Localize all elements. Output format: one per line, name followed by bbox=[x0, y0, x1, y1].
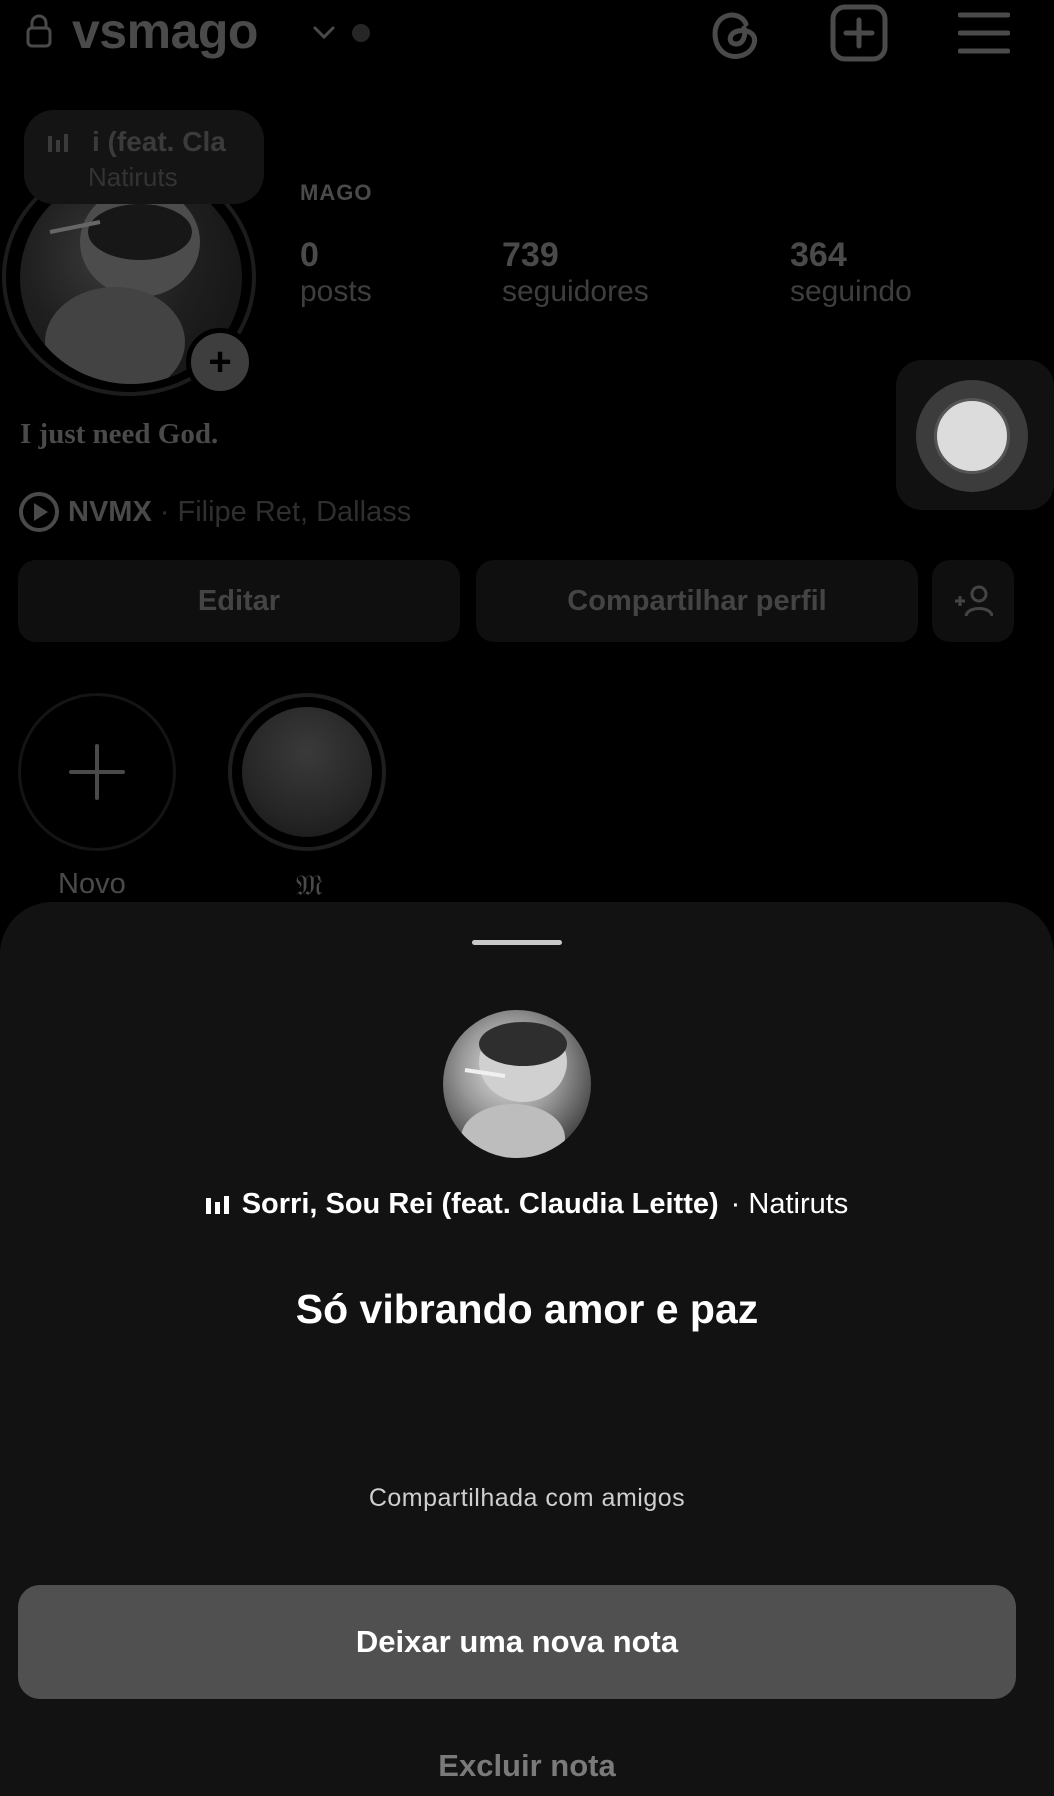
edit-profile-button[interactable]: Editar bbox=[18, 560, 460, 642]
stat-following[interactable]: 364 seguindo bbox=[790, 236, 912, 309]
note-song-artist: · Natiruts bbox=[730, 1188, 849, 1220]
leave-new-note-button[interactable]: Deixar uma nova nota bbox=[18, 1585, 1016, 1699]
equalizer-icon bbox=[205, 1195, 229, 1214]
add-user-icon bbox=[955, 585, 993, 617]
profile-music-title: NVMX bbox=[68, 495, 152, 528]
stat-label: posts bbox=[300, 275, 372, 308]
stat-value: 739 bbox=[502, 236, 559, 274]
stat-value: 0 bbox=[300, 236, 319, 274]
equalizer-icon bbox=[48, 134, 68, 152]
stat-posts[interactable]: 0 posts bbox=[300, 236, 372, 309]
avatar-photo bbox=[461, 1022, 567, 1158]
note-song[interactable]: Sorri, Sou Rei (feat. Claudia Leitte) · … bbox=[0, 1188, 1054, 1221]
add-story-button[interactable]: + bbox=[186, 328, 254, 396]
plus-icon bbox=[69, 744, 125, 800]
share-profile-button[interactable]: Compartilhar perfil bbox=[476, 560, 918, 642]
bio: I just need God. bbox=[20, 418, 219, 450]
delete-note-button[interactable]: Excluir nota bbox=[0, 1748, 1054, 1784]
note-author-avatar bbox=[443, 1010, 591, 1158]
stat-label: seguidores bbox=[502, 275, 649, 308]
profile-music[interactable]: NVMX · Filipe Ret, Dallass bbox=[18, 490, 411, 534]
note-audience: Compartilhada com amigos bbox=[368, 1484, 686, 1512]
play-circle-icon bbox=[19, 492, 59, 532]
plus-square-icon[interactable] bbox=[830, 4, 888, 62]
stat-value: 364 bbox=[790, 236, 847, 274]
lock-icon bbox=[26, 14, 52, 48]
stat-label: seguindo bbox=[790, 275, 912, 308]
stat-followers[interactable]: 739 seguidores bbox=[502, 236, 649, 309]
chevron-down-icon[interactable] bbox=[310, 18, 338, 46]
display-name: MAGO bbox=[300, 180, 373, 205]
highlight-label: Novo bbox=[58, 868, 126, 900]
add-user-button[interactable] bbox=[932, 560, 1014, 642]
highlight-cover bbox=[242, 707, 372, 837]
status-dot bbox=[352, 24, 370, 42]
highlight-item[interactable] bbox=[228, 693, 386, 851]
note-bubble-title: i (feat. Cla bbox=[92, 126, 226, 157]
threads-icon[interactable] bbox=[706, 4, 762, 62]
floating-action-button-inner bbox=[934, 398, 1010, 474]
note-song-title: Sorri, Sou Rei (feat. Claudia Leitte) bbox=[241, 1188, 719, 1220]
highlight-new[interactable] bbox=[18, 693, 176, 851]
username[interactable]: vsmago bbox=[72, 2, 258, 60]
sheet-drag-handle[interactable] bbox=[472, 940, 562, 945]
profile-music-artist: · Filipe Ret, Dallass bbox=[159, 495, 412, 528]
hamburger-menu-icon[interactable] bbox=[958, 10, 1010, 56]
note-bubble-artist: Natiruts bbox=[88, 162, 178, 192]
highlight-label: 𝔐 bbox=[296, 868, 323, 902]
note-text: Só vibrando amor e paz bbox=[295, 1286, 759, 1332]
